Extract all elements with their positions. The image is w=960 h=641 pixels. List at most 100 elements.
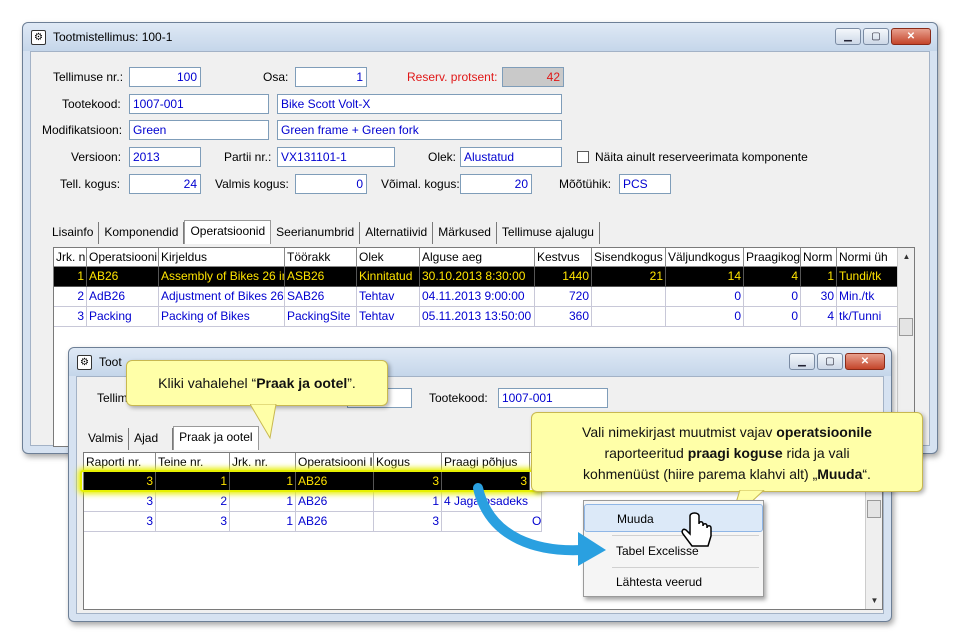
- callout-left-post: ”.: [347, 375, 356, 391]
- grid-cell: 21: [592, 267, 666, 287]
- col-header[interactable]: Norm: [801, 248, 837, 267]
- close-button[interactable]: ✕: [891, 28, 931, 45]
- menu-item-tabel-excelisse[interactable]: Tabel Excelisse: [584, 537, 763, 565]
- window-title: Tootmistellimus: 100-1: [53, 30, 173, 44]
- grid-cell: Assembly of Bikes 26 in: [159, 267, 285, 287]
- close-button[interactable]: ✕: [845, 353, 885, 370]
- grid-cell: 14: [666, 267, 744, 287]
- show-unreserved-label: Näita ainult reserveerimata komponente: [595, 150, 808, 164]
- version-field[interactable]: 2013: [129, 147, 201, 167]
- grid-cell: [592, 287, 666, 307]
- context-menu: Muuda Tabel Excelisse Lähtesta veerud: [583, 500, 764, 597]
- grid-cell: 360: [535, 307, 592, 327]
- scroll-thumb[interactable]: [867, 500, 881, 518]
- minimize-button[interactable]: ▁: [835, 28, 861, 45]
- grid-cell: 30.10.2013 8:30:00: [420, 267, 535, 287]
- product-code-field[interactable]: 1007-001: [129, 94, 269, 114]
- menu-item-muuda[interactable]: Muuda: [584, 504, 763, 532]
- callout-click-tab: Kliki vahalehel “Praak ja ootel”.: [126, 360, 388, 406]
- grid-cell: AdB26: [87, 287, 159, 307]
- batch-nr-field[interactable]: VX131101-1: [277, 147, 395, 167]
- scroll-up-icon[interactable]: ▲: [898, 252, 914, 261]
- grid-cell: ASB26: [285, 267, 357, 287]
- tab-markused[interactable]: Märkused: [433, 222, 497, 244]
- grid-cell: Packing of Bikes: [159, 307, 285, 327]
- tab-seerianumbrid[interactable]: Seerianumbrid: [271, 222, 361, 244]
- col-header[interactable]: Kestvus: [535, 248, 592, 267]
- col-header[interactable]: Operatsiooni: [87, 248, 159, 267]
- minimize-button[interactable]: ▁: [789, 353, 815, 370]
- sub-window-title: Toot: [99, 355, 122, 369]
- col-header[interactable]: Väljundkogus: [666, 248, 744, 267]
- tab-alternatiivid[interactable]: Alternatiivid: [360, 222, 434, 244]
- grid-cell: tk/Tunni: [837, 307, 899, 327]
- scroll-down-icon[interactable]: ▼: [866, 596, 882, 605]
- tab-praak-ja-ootel[interactable]: Praak ja ootel: [173, 426, 259, 450]
- col-header[interactable]: Olek: [357, 248, 420, 267]
- callout-right-l3-post: “.: [862, 466, 871, 482]
- col-header[interactable]: Normi üh: [837, 248, 899, 267]
- col-header[interactable]: Praagikog: [744, 248, 801, 267]
- title-bar[interactable]: ⚙ Tootmistellimus: 100-1 ▁ ▢ ✕: [23, 23, 937, 51]
- maximize-button[interactable]: ▢: [863, 28, 889, 45]
- unit-field[interactable]: PCS: [619, 174, 671, 194]
- grid-cell: Packing: [87, 307, 159, 327]
- order-qty-field[interactable]: 24: [129, 174, 201, 194]
- part-field[interactable]: 1: [295, 67, 367, 87]
- grid-cell: 0: [744, 307, 801, 327]
- grid-cell: 3: [84, 512, 156, 532]
- grid-cell: Tehtav: [357, 287, 420, 307]
- menu-item-lahtesta-veerud[interactable]: Lähtesta veerud: [584, 568, 763, 596]
- grid-cell: 3: [156, 512, 230, 532]
- grid-cell: 1: [374, 492, 442, 512]
- maximize-button[interactable]: ▢: [817, 353, 843, 370]
- grid-cell: 3: [84, 492, 156, 512]
- grid-cell: Kinnitatud: [357, 267, 420, 287]
- col-header[interactable]: Alguse aeg: [420, 248, 535, 267]
- col-header[interactable]: Töörakk: [285, 248, 357, 267]
- callout-right-l3: kohmenüüst (hiire parema klahvi alt) „: [583, 466, 818, 482]
- grid-cell: Tehtav: [357, 307, 420, 327]
- hand-cursor-icon: [681, 512, 712, 547]
- tab-lisainfo[interactable]: Lisainfo: [47, 222, 100, 244]
- done-qty-label: Valmis kogus:: [215, 177, 289, 191]
- tab-komponendid[interactable]: Komponendid: [99, 222, 185, 244]
- callout-right-l3-bold: Muuda: [817, 466, 863, 482]
- sub-product-code-field[interactable]: 1007-001: [498, 388, 608, 408]
- grid-cell: 0: [666, 307, 744, 327]
- grid-cell: Tundi/tk: [837, 267, 899, 287]
- show-unreserved-checkbox[interactable]: [577, 151, 589, 163]
- grid-cell: 2: [54, 287, 87, 307]
- grid-cell: 1: [801, 267, 837, 287]
- col-header[interactable]: Kirjeldus: [159, 248, 285, 267]
- tab-operatsioonid[interactable]: Operatsioonid: [184, 220, 272, 244]
- modification-desc-field[interactable]: Green frame + Green fork: [277, 120, 562, 140]
- order-nr-field[interactable]: 100: [129, 67, 201, 87]
- curved-arrow-icon: [473, 483, 606, 566]
- order-qty-label: Tell. kogus:: [60, 177, 121, 191]
- state-field[interactable]: Alustatud: [460, 147, 562, 167]
- tab-valmis[interactable]: Valmis: [83, 428, 130, 450]
- callout-right-l2-post: rida ja vali: [782, 445, 850, 461]
- callout-right-l1: Vali nimekirjast muutmist vajav: [582, 424, 777, 440]
- grid-cell: 3: [54, 307, 87, 327]
- scrap-tabs: Valmis Ajad Praak ja ootel: [83, 426, 259, 450]
- modification-field[interactable]: Green: [129, 120, 269, 140]
- grid-cell: 05.11.2013 13:50:00: [420, 307, 535, 327]
- state-label: Olek:: [428, 150, 457, 164]
- tab-ajad[interactable]: Ajad: [129, 428, 174, 450]
- scroll-thumb[interactable]: [899, 318, 913, 336]
- grid-cell: AB26: [296, 512, 374, 532]
- possible-qty-label: Võimal. kogus:: [381, 177, 460, 191]
- tab-tellimuse-ajalugu[interactable]: Tellimuse ajalugu: [497, 222, 600, 244]
- possible-qty-field[interactable]: 20: [460, 174, 532, 194]
- callout-right-l2: raporteeritud: [604, 445, 688, 461]
- product-name-field[interactable]: Bike Scott Volt-X: [277, 94, 562, 114]
- grid-cell: 1: [230, 492, 296, 512]
- grid-cell: 30: [801, 287, 837, 307]
- done-qty-field[interactable]: 0: [295, 174, 367, 194]
- col-header[interactable]: Jrk. nr: [54, 248, 87, 267]
- version-label: Versioon:: [71, 150, 122, 164]
- col-header[interactable]: Sisendkogus: [592, 248, 666, 267]
- callout-left-pointer: [250, 404, 277, 440]
